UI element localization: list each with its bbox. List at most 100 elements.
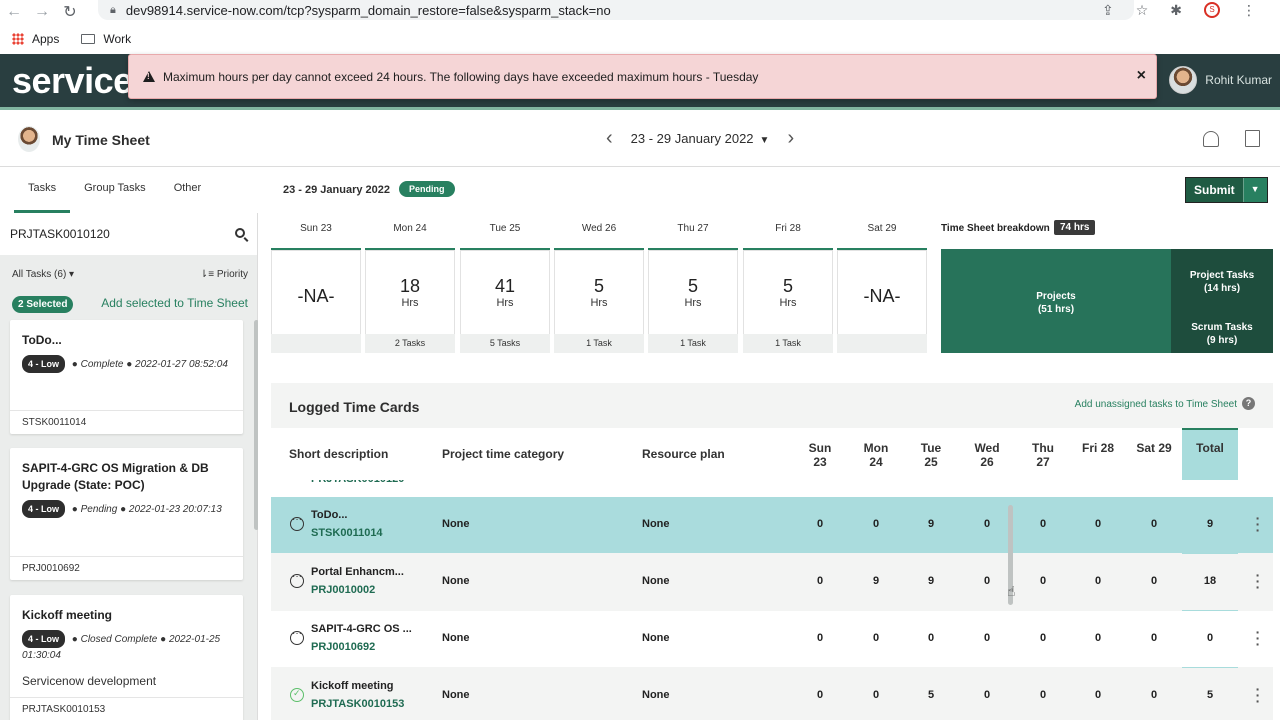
profile-icon[interactable]: S — [1204, 2, 1220, 18]
row-hours[interactable]: 0 — [1017, 689, 1069, 701]
table-row[interactable]: PRJTASK0010120 — [271, 480, 1273, 497]
back-icon[interactable]: ← — [0, 3, 28, 21]
row-hours[interactable]: 0 — [794, 632, 846, 644]
tab-group-tasks[interactable]: Group Tasks — [70, 167, 160, 213]
star-icon[interactable]: ☆ — [1136, 2, 1149, 19]
week-selector[interactable]: 23 - 29 January 2022 ▼ — [631, 131, 770, 146]
row-hours[interactable]: 0 — [905, 632, 957, 644]
row-hours[interactable]: 0 — [850, 518, 902, 530]
day-card-tue[interactable]: 41 Hrs 5 Tasks — [460, 248, 550, 353]
submit-dropdown-icon[interactable]: ▼ — [1243, 178, 1267, 202]
row-hours[interactable]: 0 — [1017, 518, 1069, 530]
day-task-count: 5 Tasks — [460, 334, 550, 353]
day-header: Sat 29 — [867, 223, 897, 234]
day-card-wed[interactable]: 5 Hrs 1 Task — [554, 248, 644, 353]
table-row[interactable]: ToDo... STSK0011014 None None 0 0 9 0 0 … — [271, 497, 1273, 553]
kebab-menu-icon[interactable]: · · · — [1254, 625, 1262, 651]
row-hours[interactable]: 0 — [1017, 575, 1069, 587]
chevron-right-icon[interactable]: › — [787, 128, 794, 148]
bookmark-work[interactable]: Work — [81, 32, 131, 46]
close-icon[interactable]: × — [1137, 67, 1146, 85]
bookmark-apps[interactable]: Apps — [12, 32, 59, 46]
row-hours[interactable]: 0 — [961, 575, 1013, 587]
search-icon[interactable] — [235, 228, 245, 238]
day-card-thu[interactable]: 5 Hrs 1 Task — [648, 248, 738, 353]
row-hours[interactable]: 0 — [850, 689, 902, 701]
all-tasks-filter[interactable]: All Tasks (6) ▾ — [12, 269, 74, 280]
day-header: Tue 25 — [489, 223, 521, 234]
column-total[interactable]: Total — [1184, 441, 1236, 455]
menu-icon[interactable]: ⋮ — [1242, 2, 1256, 19]
task-card[interactable]: Kickoff meeting 4 - Low ● Closed Complet… — [10, 595, 243, 720]
row-hours[interactable]: 0 — [1017, 632, 1069, 644]
row-hours[interactable]: 0 — [1128, 575, 1180, 587]
row-task-id[interactable]: PRJ0010692 — [311, 641, 375, 653]
row-hours[interactable]: 9 — [850, 575, 902, 587]
chevron-left-icon[interactable]: ‹ — [606, 128, 613, 148]
table-row[interactable]: Kickoff meeting PRJTASK0010153 None None… — [271, 668, 1273, 720]
reload-icon[interactable]: ↻ — [56, 2, 84, 22]
bookmarks-bar: Apps Work — [0, 28, 1280, 50]
column-resource-plan[interactable]: Resource plan — [642, 447, 725, 461]
row-hours[interactable]: 0 — [1072, 575, 1124, 587]
document-icon[interactable] — [1245, 130, 1260, 147]
row-hours[interactable]: 0 — [1072, 632, 1124, 644]
task-card[interactable]: SAPIT-4-GRC OS Migration & DB Upgrade (S… — [10, 448, 243, 580]
add-selected-link[interactable]: Add selected to Time Sheet — [101, 296, 248, 310]
row-hours[interactable]: 0 — [1128, 632, 1180, 644]
row-total: 9 — [1206, 518, 1214, 530]
day-card-fri[interactable]: 5 Hrs 1 Task — [743, 248, 833, 353]
row-hours[interactable]: 0 — [1128, 518, 1180, 530]
breakdown-project-tasks[interactable]: Project Tasks (14 hrs) — [1171, 249, 1273, 301]
add-unassigned-link[interactable]: Add unassigned tasks to Time Sheet — [1075, 399, 1237, 410]
extensions-icon[interactable]: ✱ — [1170, 2, 1182, 19]
row-hours[interactable]: 0 — [1072, 689, 1124, 701]
row-hours[interactable]: 0 — [961, 689, 1013, 701]
submit-button[interactable]: Submit — [1186, 178, 1244, 202]
row-hours[interactable]: 0 — [961, 632, 1013, 644]
column-day[interactable]: Wed 26 — [961, 441, 1013, 469]
bell-icon[interactable] — [1203, 131, 1219, 147]
row-hours[interactable]: 9 — [905, 575, 957, 587]
priority-sort[interactable]: ⇂≡ Priority — [200, 269, 248, 280]
day-card-sun[interactable]: -NA- — [271, 248, 361, 353]
kebab-menu-icon[interactable]: · · · — [1254, 568, 1262, 594]
tab-other[interactable]: Other — [160, 167, 216, 213]
row-hours[interactable]: 0 — [794, 575, 846, 587]
column-day[interactable]: Tue 25 — [905, 441, 957, 469]
table-row[interactable]: Portal Enhancm... PRJ0010002 None None 0… — [271, 554, 1273, 610]
row-task-id[interactable]: STSK0011014 — [311, 527, 383, 539]
row-task-id[interactable]: PRJTASK0010153 — [311, 698, 404, 710]
column-short-description[interactable]: Short description — [289, 447, 388, 461]
user-menu[interactable]: Rohit Kumar — [1169, 66, 1272, 94]
column-day[interactable]: Fri 28 — [1072, 441, 1124, 455]
address-bar[interactable]: 🔒︎ dev98914.service-now.com/tcp?sysparm_… — [98, 0, 1134, 20]
row-task-id[interactable]: PRJ0010002 — [311, 584, 375, 596]
row-hours[interactable]: 0 — [794, 689, 846, 701]
kebab-menu-icon[interactable]: · · · — [1254, 511, 1262, 537]
column-day[interactable]: Sun 23 — [794, 441, 846, 469]
row-hours[interactable]: 5 — [905, 689, 957, 701]
task-card[interactable]: ToDo... 4 - Low ● Complete ● 2022-01-27 … — [10, 320, 243, 434]
search-input[interactable] — [10, 227, 210, 241]
breakdown-projects[interactable]: Projects (51 hrs) — [941, 249, 1171, 353]
column-day[interactable]: Thu 27 — [1017, 441, 1069, 469]
column-day[interactable]: Mon 24 — [850, 441, 902, 469]
table-row[interactable]: SAPIT-4-GRC OS ... PRJ0010692 None None … — [271, 611, 1273, 667]
column-day[interactable]: Sat 29 — [1128, 441, 1180, 455]
help-icon[interactable]: ? — [1242, 397, 1255, 410]
forward-icon[interactable]: → — [28, 3, 56, 21]
day-card-mon[interactable]: 18 Hrs 2 Tasks — [365, 248, 455, 353]
row-hours[interactable]: 0 — [794, 518, 846, 530]
row-hours[interactable]: 0 — [1128, 689, 1180, 701]
tab-tasks[interactable]: Tasks — [14, 167, 71, 213]
breakdown-scrum-tasks[interactable]: Scrum Tasks (9 hrs) — [1171, 301, 1273, 353]
kebab-menu-icon[interactable]: · · · — [1254, 682, 1262, 708]
row-hours[interactable]: 0 — [850, 632, 902, 644]
day-card-sat[interactable]: -NA- — [837, 248, 927, 353]
row-hours[interactable]: 0 — [1072, 518, 1124, 530]
share-icon[interactable]: ⇪ — [1102, 2, 1114, 19]
row-hours[interactable]: 0 — [961, 518, 1013, 530]
row-hours[interactable]: 9 — [905, 518, 957, 530]
column-category[interactable]: Project time category — [442, 447, 564, 461]
